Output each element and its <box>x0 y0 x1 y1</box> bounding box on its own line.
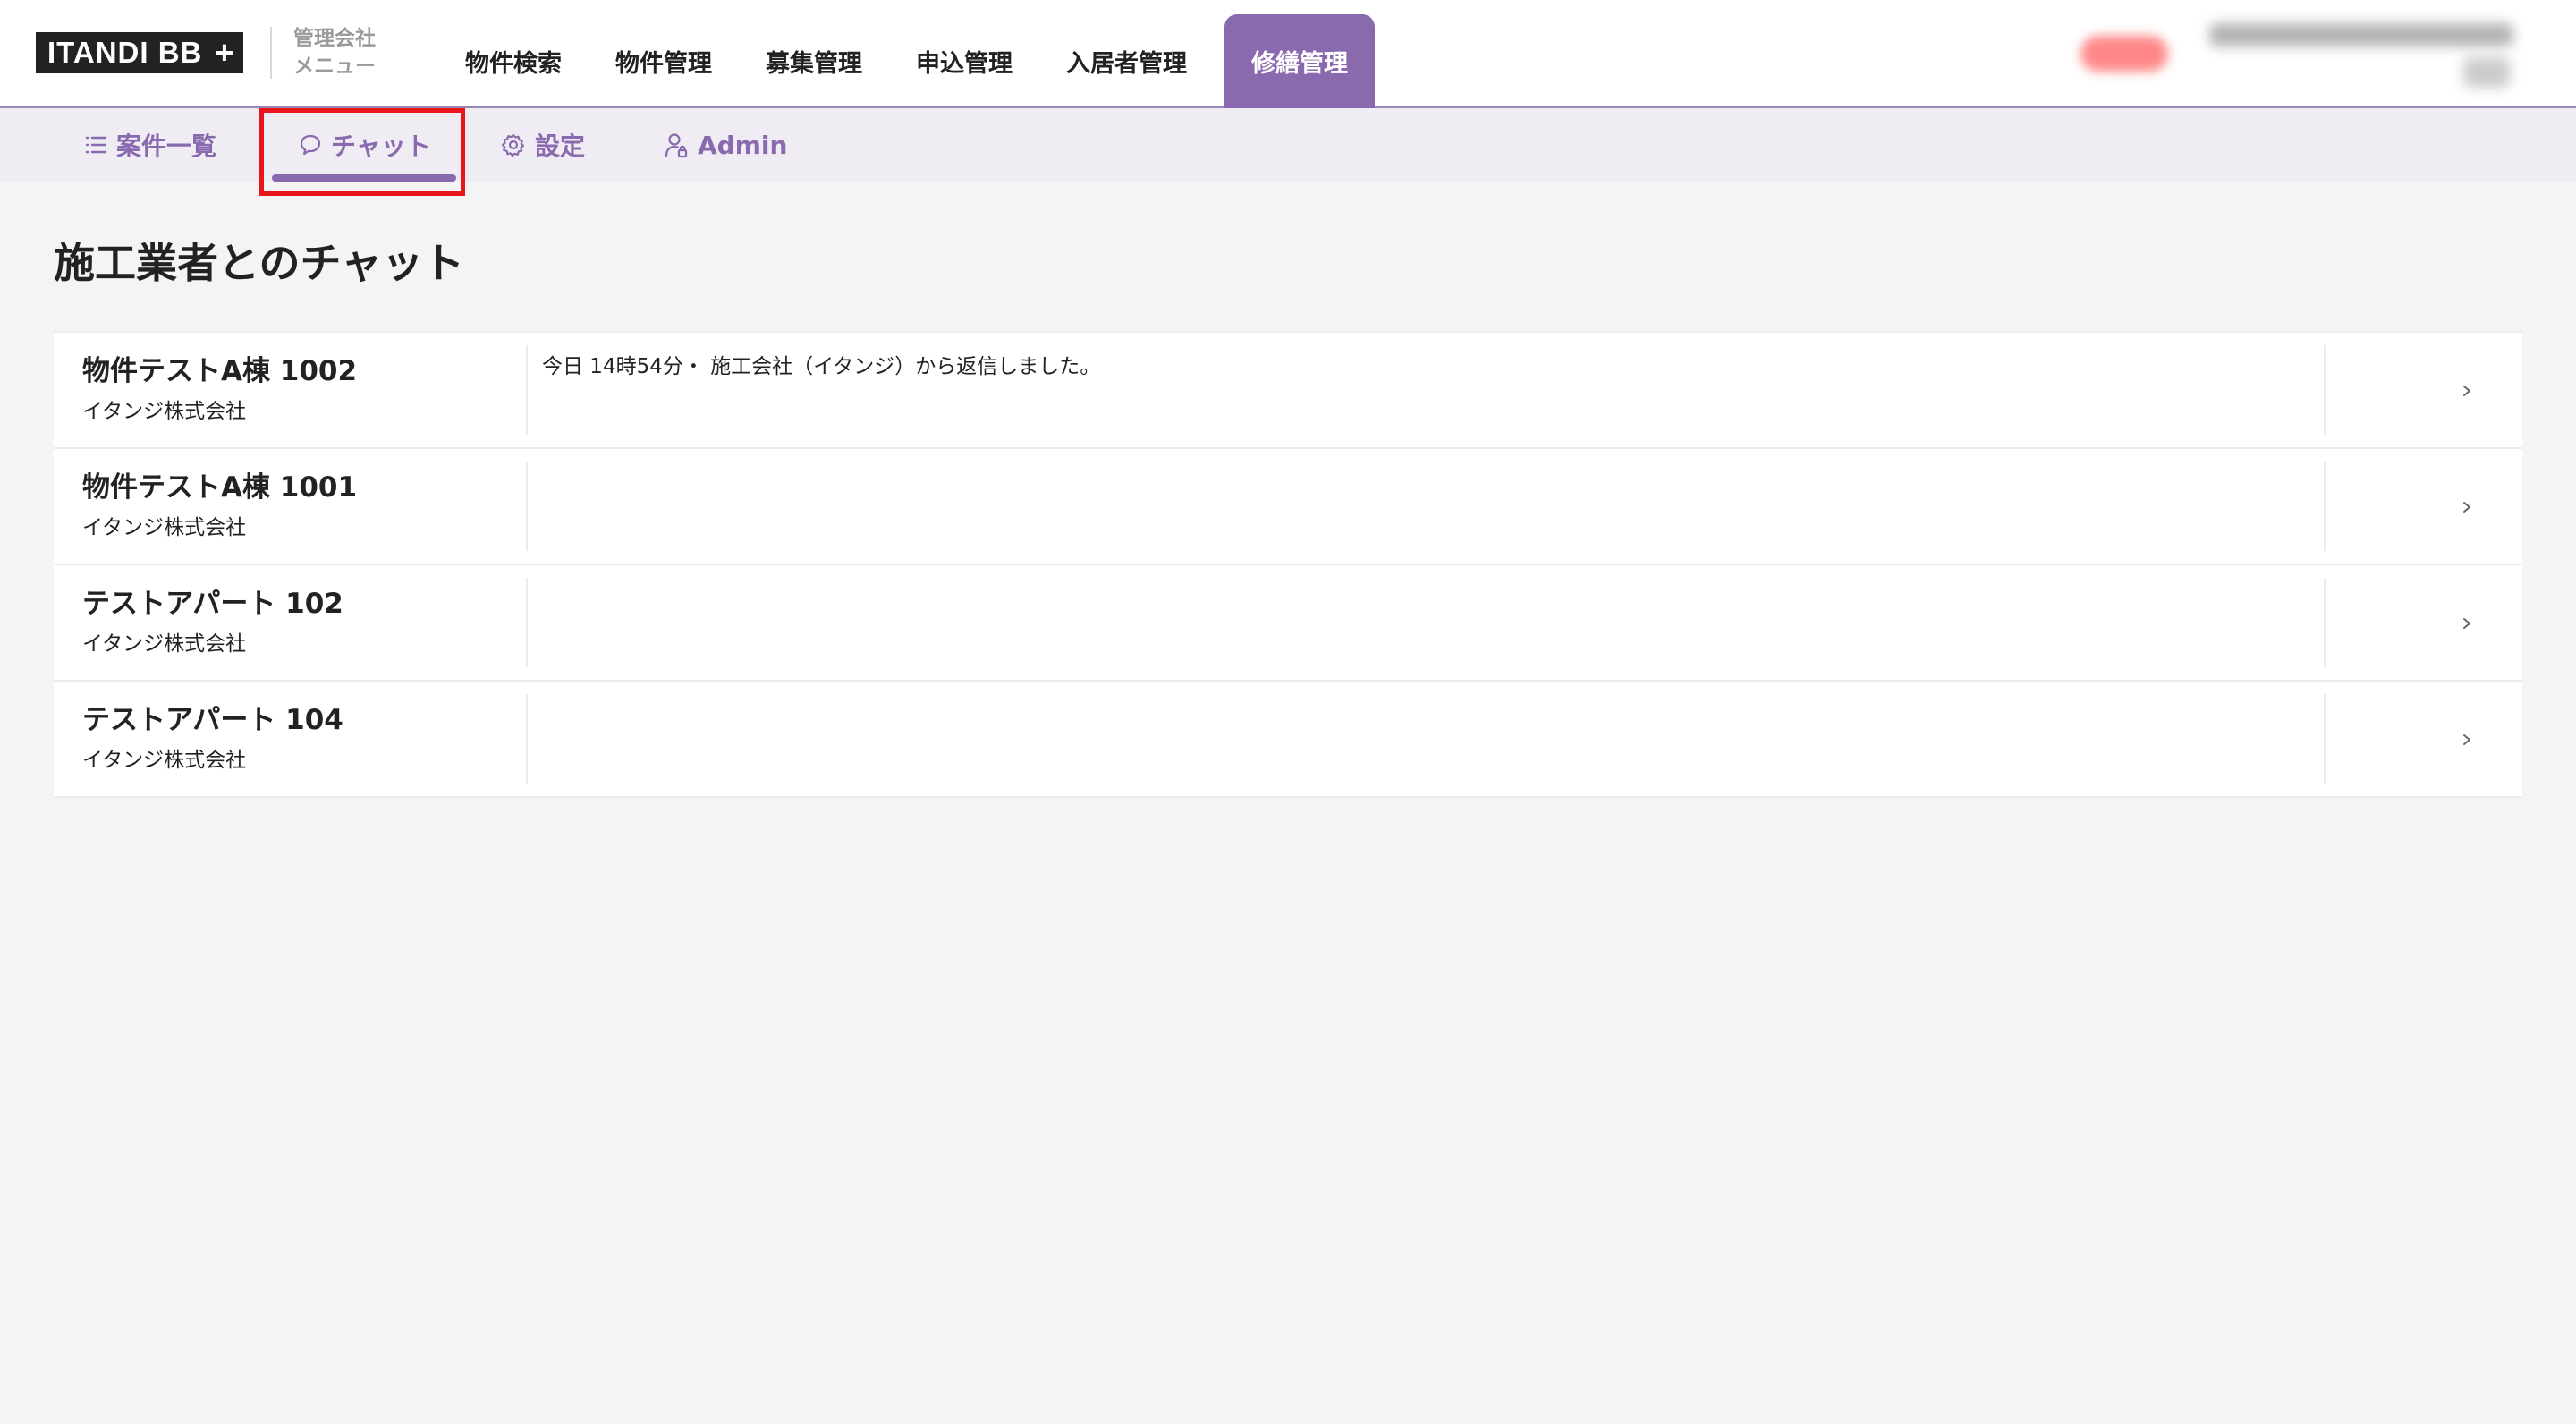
tab-case-list[interactable]: 案件一覧 <box>84 108 216 182</box>
chat-info: 物件テストA棟 1001 イタンジ株式会社 <box>82 469 530 540</box>
user-lock-icon <box>665 133 688 158</box>
sub-nav: 案件一覧 チャット 設定 Admin <box>0 108 2576 182</box>
column-divider <box>2324 345 2326 435</box>
column-divider <box>526 345 528 435</box>
nav-item-property-search[interactable]: 物件検索 <box>438 14 589 108</box>
chat-info: テストアパート 104 イタンジ株式会社 <box>82 701 530 773</box>
chevron-right-icon <box>2463 618 2470 629</box>
tab-admin-label: Admin <box>698 130 788 160</box>
chat-latest-message: 今日 14時54分・ 施工会社（イタンジ）から返信しました。 <box>542 355 1101 378</box>
column-divider <box>526 578 528 667</box>
column-divider <box>2324 578 2326 667</box>
column-divider <box>526 694 528 784</box>
tab-settings-label: 設定 <box>535 131 586 161</box>
column-divider <box>526 462 528 551</box>
itandi-bb-logo[interactable]: ITANDI BB + <box>36 32 244 73</box>
top-header: ITANDI BB + 管理会社 メニュー 物件検索 物件管理 募集管理 申込管… <box>0 0 2576 108</box>
nav-item-application-management[interactable]: 申込管理 <box>889 14 1039 108</box>
tab-case-list-label: 案件一覧 <box>116 131 217 161</box>
user-account-menu[interactable] <box>2048 20 2513 91</box>
chevron-right-icon <box>2463 734 2470 745</box>
list-icon <box>85 136 107 154</box>
chat-info: テストアパート 102 イタンジ株式会社 <box>82 585 530 657</box>
logo-plus-icon: + <box>215 34 234 71</box>
chat-bubble-icon <box>300 134 321 156</box>
chat-list-item[interactable]: 物件テストA棟 1001 イタンジ株式会社 <box>54 449 2522 565</box>
chat-company-name: イタンジ株式会社 <box>82 516 247 539</box>
company-menu-label[interactable]: 管理会社 メニュー <box>293 25 410 81</box>
chat-company-name: イタンジ株式会社 <box>82 400 247 423</box>
nav-item-repair-management[interactable]: 修繕管理 <box>1224 14 1375 108</box>
chat-list-item[interactable]: テストアパート 104 イタンジ株式会社 <box>54 682 2522 798</box>
chat-property-name: 物件テストA棟 1002 <box>82 355 358 387</box>
chat-info: 物件テストA棟 1002 イタンジ株式会社 <box>82 352 530 424</box>
chat-property-name: テストアパート 102 <box>82 588 343 620</box>
page-title: 施工業者とのチャット <box>54 239 465 287</box>
chat-list: 物件テストA棟 1002 イタンジ株式会社 今日 14時54分・ 施工会社（イタ… <box>54 331 2522 798</box>
chat-list-item[interactable]: 物件テストA棟 1002 イタンジ株式会社 今日 14時54分・ 施工会社（イタ… <box>54 333 2522 449</box>
user-sub-redacted <box>2463 57 2510 88</box>
user-name-redacted <box>2209 23 2513 47</box>
tab-admin[interactable]: Admin <box>664 108 787 182</box>
chevron-right-icon <box>2463 386 2470 396</box>
chat-property-name: テストアパート 104 <box>82 704 343 736</box>
nav-item-property-management[interactable]: 物件管理 <box>589 14 739 108</box>
nav-item-recruitment-management[interactable]: 募集管理 <box>739 14 889 108</box>
company-menu-line2: メニュー <box>293 55 376 78</box>
tab-settings[interactable]: 設定 <box>501 108 585 182</box>
chat-company-name: イタンジ株式会社 <box>82 749 247 772</box>
chevron-right-icon <box>2463 502 2470 513</box>
user-status-badge <box>2080 36 2168 72</box>
tab-chat[interactable]: チャット <box>272 108 456 182</box>
company-menu-line1: 管理会社 <box>293 27 376 50</box>
header-divider <box>270 27 272 79</box>
logo-text: ITANDI BB <box>47 36 203 69</box>
main-nav: 物件検索 物件管理 募集管理 申込管理 入居者管理 修繕管理 <box>438 14 1375 108</box>
chat-property-name: 物件テストA棟 1001 <box>82 471 358 504</box>
chat-company-name: イタンジ株式会社 <box>82 632 247 656</box>
gear-icon <box>501 133 525 157</box>
chat-list-item[interactable]: テストアパート 102 イタンジ株式会社 <box>54 565 2522 682</box>
column-divider <box>2324 694 2326 784</box>
nav-item-tenant-management[interactable]: 入居者管理 <box>1039 14 1214 108</box>
column-divider <box>2324 462 2326 551</box>
tab-chat-label: チャット <box>331 131 431 161</box>
